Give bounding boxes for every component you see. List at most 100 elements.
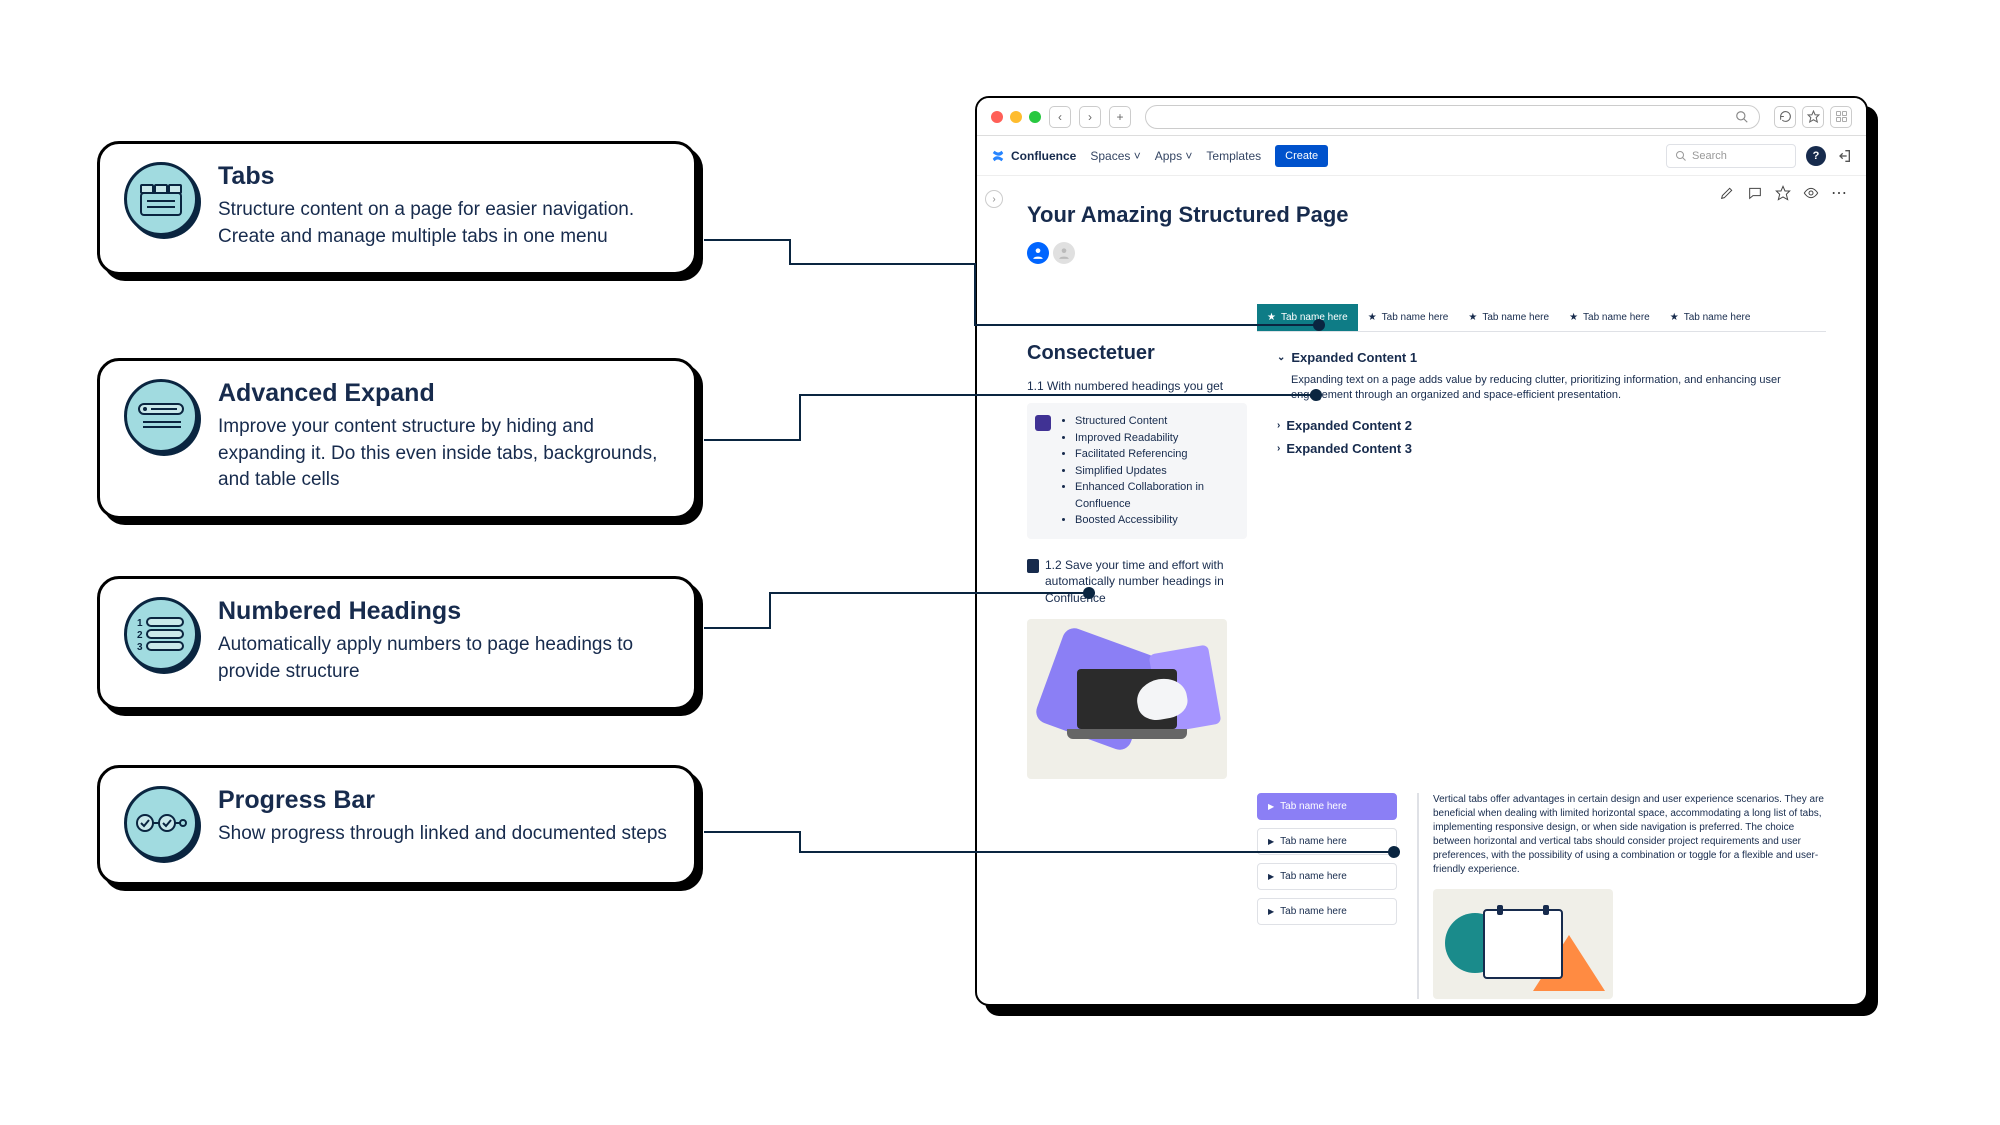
calendar-illustration — [1433, 889, 1613, 999]
avatar-row — [1027, 242, 1826, 264]
sub-heading-1: 1.1 With numbered headings you get — [1027, 379, 1247, 393]
watch-icon[interactable] — [1802, 184, 1820, 202]
horizontal-tabs: ★Tab name here ★Tab name here ★Tab name … — [1257, 304, 1826, 332]
chevron-right-icon: › — [1277, 420, 1280, 431]
avatar[interactable] — [1027, 242, 1049, 264]
feature-desc: Automatically apply numbers to page head… — [218, 632, 670, 685]
feature-title: Progress Bar — [218, 786, 667, 815]
play-icon: ▶ — [1268, 872, 1274, 881]
svg-text:3: 3 — [137, 642, 143, 652]
expand-sidebar-icon[interactable]: › — [985, 190, 1003, 208]
feature-card-numbered: 123 Numbered Headings Automatically appl… — [97, 576, 697, 710]
menu-apps[interactable]: Apps ˅ — [1155, 149, 1193, 163]
vertical-tabs-section: ▶Tab name here ▶Tab name here ▶Tab name … — [1257, 793, 1826, 999]
create-button[interactable]: Create — [1275, 145, 1328, 167]
search-placeholder: Search — [1692, 150, 1727, 162]
feature-title: Tabs — [218, 162, 670, 191]
close-icon[interactable] — [991, 111, 1003, 123]
menu-spaces[interactable]: Spaces ˅ — [1090, 149, 1140, 163]
traffic-lights — [991, 111, 1041, 123]
tab-item[interactable]: ★Tab name here — [1660, 304, 1761, 331]
browser-chrome: ‹ › + — [977, 98, 1866, 136]
avatar-placeholder[interactable] — [1053, 242, 1075, 264]
tab-item[interactable]: ★Tab name here — [1458, 304, 1559, 331]
play-icon: ▶ — [1268, 802, 1274, 811]
feature-card-tabs: Tabs Structure content on a page for eas… — [97, 141, 697, 275]
numbered-headings-icon: 123 — [124, 597, 198, 671]
list-item: Improved Readability — [1075, 430, 1237, 447]
tab-active[interactable]: ★Tab name here — [1257, 304, 1358, 331]
star-icon: ★ — [1670, 312, 1679, 323]
list-item: Facilitated Referencing — [1075, 446, 1237, 463]
grid-button[interactable] — [1830, 106, 1852, 128]
edit-icon[interactable] — [1718, 184, 1736, 202]
feature-title: Advanced Expand — [218, 379, 670, 408]
play-icon: ▶ — [1268, 837, 1274, 846]
feature-desc: Structure content on a page for easier n… — [218, 197, 670, 250]
comment-icon[interactable] — [1746, 184, 1764, 202]
browser-window: ‹ › + Confluence Spaces ˅ Apps ˅ Templat… — [975, 96, 1868, 1006]
tabs-icon — [124, 162, 198, 236]
laptop-illustration — [1027, 619, 1227, 779]
feature-desc: Improve your content structure by hiding… — [218, 414, 670, 494]
page-content: › ⋯ Your Amazing Structured Page ★Tab na… — [977, 176, 1866, 1006]
list-item: Structured Content — [1075, 413, 1237, 430]
confluence-menu: Spaces ˅ Apps ˅ Templates — [1090, 149, 1261, 163]
progress-bar-icon — [124, 786, 198, 860]
document-icon — [1035, 415, 1051, 431]
maximize-icon[interactable] — [1029, 111, 1041, 123]
feature-card-expand: Advanced Expand Improve your content str… — [97, 358, 697, 519]
play-icon: ▶ — [1268, 907, 1274, 916]
vtab-active[interactable]: ▶Tab name here — [1257, 793, 1397, 820]
more-icon[interactable]: ⋯ — [1830, 184, 1848, 202]
confluence-logo[interactable]: Confluence — [991, 149, 1076, 163]
back-button[interactable]: ‹ — [1049, 106, 1071, 128]
document-icon — [1027, 559, 1039, 573]
tab-item[interactable]: ★Tab name here — [1358, 304, 1459, 331]
star-icon: ★ — [1569, 312, 1578, 323]
star-button[interactable] — [1802, 106, 1824, 128]
svg-text:2: 2 — [137, 630, 143, 641]
list-item: Simplified Updates — [1075, 463, 1237, 480]
star-icon: ★ — [1267, 312, 1276, 323]
page-title: Your Amazing Structured Page — [1027, 202, 1826, 228]
sub-heading-2: 1.2 Save your time and effort with autom… — [1027, 557, 1247, 607]
expand-item-open[interactable]: ⌄Expanded Content 1 — [1277, 350, 1826, 365]
star-icon: ★ — [1468, 312, 1477, 323]
left-column: Consectetuer 1.1 With numbered headings … — [1027, 342, 1247, 779]
help-icon[interactable]: ? — [1806, 146, 1826, 166]
expand-item[interactable]: ›Expanded Content 3 — [1277, 441, 1826, 456]
list-item: Enhanced Collaboration in Confluence — [1075, 479, 1237, 512]
list-item: Boosted Accessibility — [1075, 512, 1237, 529]
star-page-icon[interactable] — [1774, 184, 1792, 202]
expand-item[interactable]: ›Expanded Content 2 — [1277, 418, 1826, 433]
vertical-tab-list: ▶Tab name here ▶Tab name here ▶Tab name … — [1257, 793, 1397, 999]
new-tab-button[interactable]: + — [1109, 106, 1131, 128]
address-bar[interactable] — [1145, 105, 1760, 129]
tab-item[interactable]: ★Tab name here — [1559, 304, 1660, 331]
vtab-item[interactable]: ▶Tab name here — [1257, 898, 1397, 925]
brand-name: Confluence — [1011, 149, 1076, 163]
confluence-top-bar: Confluence Spaces ˅ Apps ˅ Templates Cre… — [977, 136, 1866, 176]
vtab-item[interactable]: ▶Tab name here — [1257, 828, 1397, 855]
forward-button[interactable]: › — [1079, 106, 1101, 128]
page-actions: ⋯ — [1718, 184, 1848, 202]
feature-desc: Show progress through linked and documen… — [218, 821, 667, 848]
expand-body: Expanding text on a page adds value by r… — [1291, 373, 1826, 404]
vtab-item[interactable]: ▶Tab name here — [1257, 863, 1397, 890]
chevron-right-icon: › — [1277, 443, 1280, 454]
vtab-content: Vertical tabs offer advantages in certai… — [1417, 793, 1826, 999]
exit-icon[interactable] — [1836, 148, 1852, 164]
star-icon: ★ — [1368, 312, 1377, 323]
chevron-down-icon: ⌄ — [1277, 352, 1285, 363]
section-heading: Consectetuer — [1027, 342, 1247, 365]
menu-templates[interactable]: Templates — [1206, 149, 1261, 163]
right-column: ⌄Expanded Content 1 Expanding text on a … — [1277, 342, 1826, 779]
minimize-icon[interactable] — [1010, 111, 1022, 123]
confluence-search[interactable]: Search — [1666, 144, 1796, 168]
vtab-text: Vertical tabs offer advantages in certai… — [1433, 793, 1826, 877]
refresh-button[interactable] — [1774, 106, 1796, 128]
svg-text:1: 1 — [137, 618, 143, 629]
bullet-block: Structured Content Improved Readability … — [1027, 403, 1247, 539]
expand-icon — [124, 379, 198, 453]
